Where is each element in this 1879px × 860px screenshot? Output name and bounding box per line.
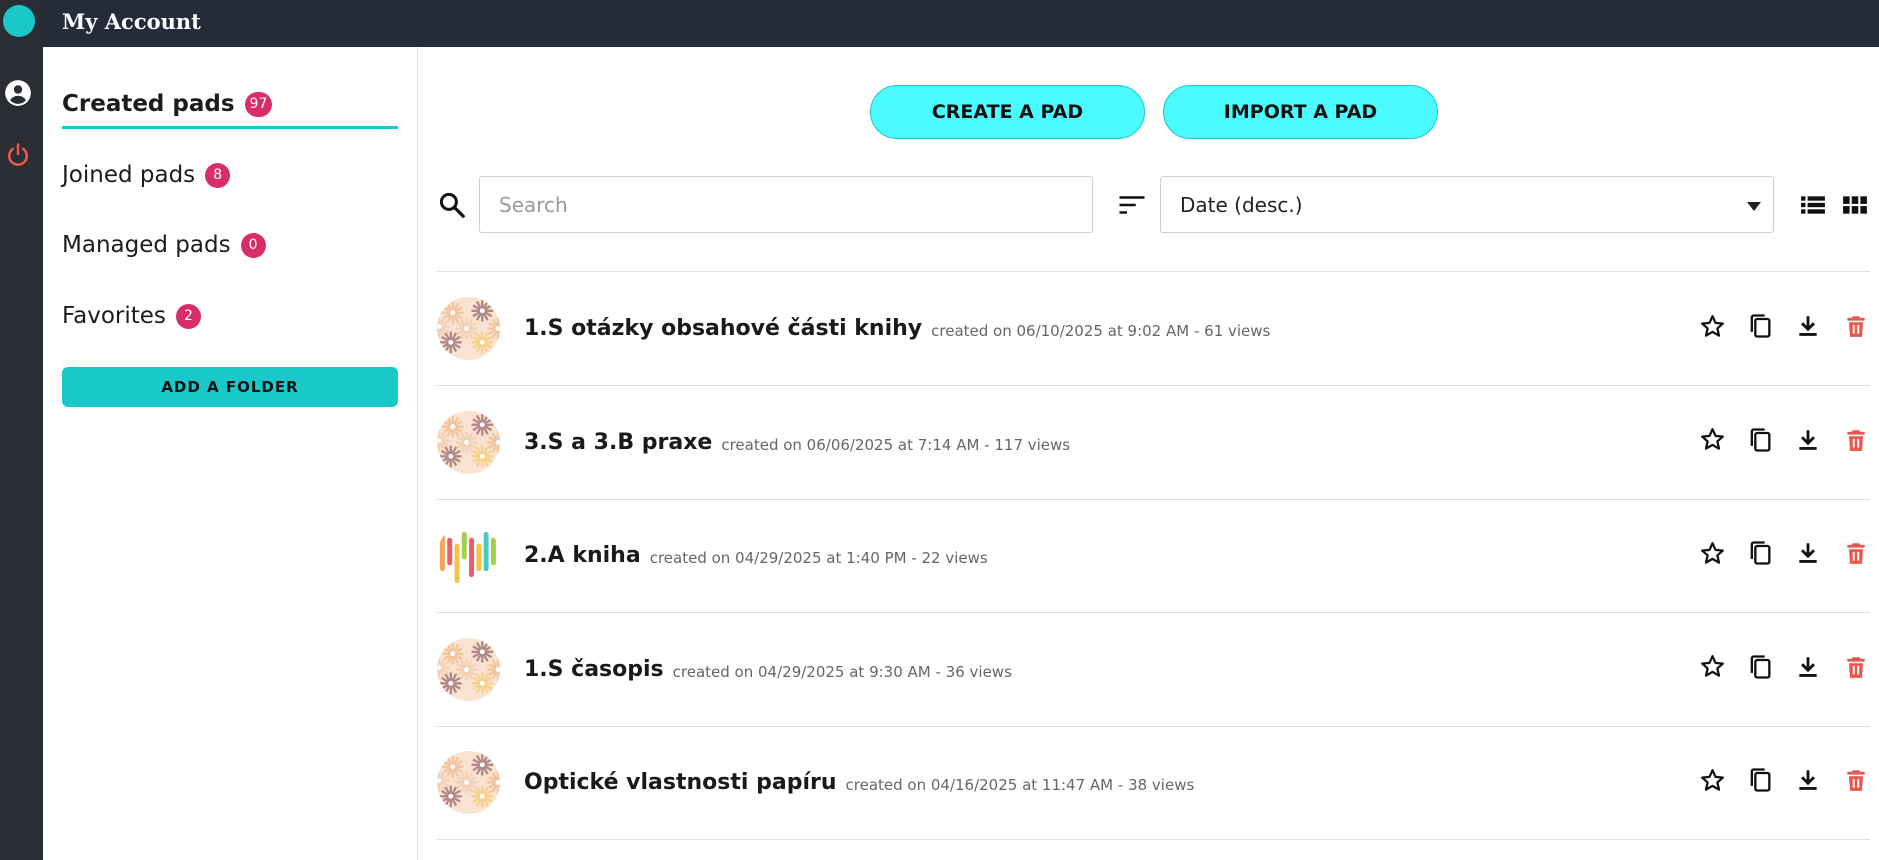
pad-actions (1698, 311, 1870, 343)
pad-row[interactable]: 1.S časopis created on 04/29/2025 at 9:3… (437, 613, 1870, 726)
pad-info: 1.S časopis created on 04/29/2025 at 9:3… (524, 613, 1012, 726)
delete-icon[interactable] (1842, 311, 1870, 341)
duplicate-icon[interactable] (1746, 538, 1774, 568)
pad-actions (1698, 425, 1870, 457)
import-pad-button[interactable]: IMPORT A PAD (1163, 85, 1438, 139)
pad-info: 2.A kniha created on 04/29/2025 at 1:40 … (524, 499, 988, 612)
delete-icon[interactable] (1842, 425, 1870, 455)
pad-meta: created on 06/10/2025 at 9:02 AM - 61 vi… (931, 322, 1271, 340)
chevron-down-icon (1747, 202, 1761, 211)
top-bar: My Account (43, 0, 1879, 47)
search-input[interactable] (479, 176, 1093, 233)
count-badge: 97 (244, 91, 273, 117)
pad-row[interactable]: 1.S otázky obsahové části knihy created … (437, 272, 1870, 385)
pad-meta: created on 04/16/2025 at 11:47 AM - 38 v… (845, 776, 1195, 794)
download-icon[interactable] (1794, 652, 1822, 682)
pad-info: 3.S a 3.B praxe created on 06/06/2025 at… (524, 386, 1070, 499)
pad-meta: created on 04/29/2025 at 9:30 AM - 36 vi… (672, 662, 1012, 681)
pad-thumbnail[interactable] (437, 751, 500, 814)
create-pad-button[interactable]: CREATE A PAD (870, 85, 1145, 139)
pad-title[interactable]: Optické vlastnosti papíru (524, 770, 837, 795)
sort-icon[interactable] (1117, 190, 1147, 220)
download-icon[interactable] (1794, 538, 1822, 568)
pad-row[interactable]: Optické vlastnosti papíru created on 04/… (437, 726, 1870, 839)
pad-actions (1698, 538, 1870, 570)
pad-row[interactable]: 2.A kniha created on 04/29/2025 at 1:40 … (437, 499, 1870, 612)
download-icon[interactable] (1794, 425, 1822, 455)
power-icon[interactable] (4, 141, 32, 169)
download-icon[interactable] (1794, 311, 1822, 341)
sidebar-item-label: Joined pads (62, 162, 196, 188)
duplicate-icon[interactable] (1746, 652, 1774, 682)
delete-icon[interactable] (1842, 652, 1870, 682)
pad-row[interactable]: 3.S a 3.B praxe created on 06/06/2025 at… (437, 386, 1870, 499)
active-tab-indicator (62, 126, 398, 129)
sidebar-item-label: Managed pads (62, 232, 231, 258)
duplicate-icon[interactable] (1746, 311, 1774, 341)
pad-thumbnail[interactable] (437, 297, 500, 360)
delete-icon[interactable] (1842, 765, 1870, 795)
pad-title[interactable]: 3.S a 3.B praxe (524, 430, 712, 455)
pad-title[interactable]: 2.A kniha (524, 543, 641, 568)
pad-title[interactable]: 1.S časopis (524, 657, 664, 682)
sidebar-item-managed-pads[interactable]: Managed pads 0 (62, 227, 266, 263)
grid-view-icon[interactable] (1842, 192, 1868, 218)
pad-meta: created on 06/06/2025 at 7:14 AM - 117 v… (721, 435, 1071, 454)
pad-thumbnail[interactable] (437, 410, 500, 474)
duplicate-icon[interactable] (1746, 425, 1774, 455)
favorite-star-icon[interactable] (1698, 425, 1726, 455)
favorite-star-icon[interactable] (1698, 652, 1726, 682)
count-badge: 0 (240, 232, 266, 258)
pad-thumbnail[interactable] (437, 524, 500, 587)
sidebar-item-label: Created pads (62, 91, 235, 117)
pad-actions (1698, 652, 1870, 684)
list-view-icon[interactable] (1800, 192, 1826, 218)
duplicate-icon[interactable] (1746, 765, 1774, 795)
page-title: My Account (62, 9, 201, 34)
search-icon (439, 192, 465, 218)
pad-thumbnail[interactable] (437, 637, 500, 701)
account-icon[interactable] (4, 79, 32, 107)
sidebar-item-favorites[interactable]: Favorites 2 (62, 298, 201, 334)
pad-info: 1.S otázky obsahové části knihy created … (524, 272, 1270, 385)
favorite-star-icon[interactable] (1698, 538, 1726, 568)
favorite-star-icon[interactable] (1698, 765, 1726, 795)
sidebar-item-created-pads[interactable]: Created pads 97 (62, 86, 273, 122)
download-icon[interactable] (1794, 765, 1822, 795)
sidebar-item-joined-pads[interactable]: Joined pads 8 (62, 157, 231, 193)
pad-meta: created on 04/29/2025 at 1:40 PM - 22 vi… (649, 549, 988, 567)
sort-select[interactable]: Date (desc.) (1160, 176, 1774, 233)
main-content: CREATE A PAD IMPORT A PAD Date (desc.) 1… (419, 47, 1879, 860)
logo-icon[interactable] (3, 5, 35, 37)
icon-rail (0, 0, 43, 860)
sidebar-item-label: Favorites (62, 303, 166, 329)
delete-icon[interactable] (1842, 538, 1870, 568)
sort-value: Date (desc.) (1180, 192, 1303, 217)
count-badge: 8 (205, 162, 231, 188)
pad-info: Optické vlastnosti papíru created on 04/… (524, 726, 1194, 839)
favorite-star-icon[interactable] (1698, 311, 1726, 341)
list-divider (437, 839, 1870, 840)
pad-actions (1698, 765, 1870, 797)
count-badge: 2 (175, 303, 201, 329)
pad-title[interactable]: 1.S otázky obsahové části knihy (524, 316, 922, 341)
add-folder-button[interactable]: ADD A FOLDER (62, 367, 398, 407)
sidebar: Created pads 97 Joined pads 8 Managed pa… (43, 47, 418, 860)
